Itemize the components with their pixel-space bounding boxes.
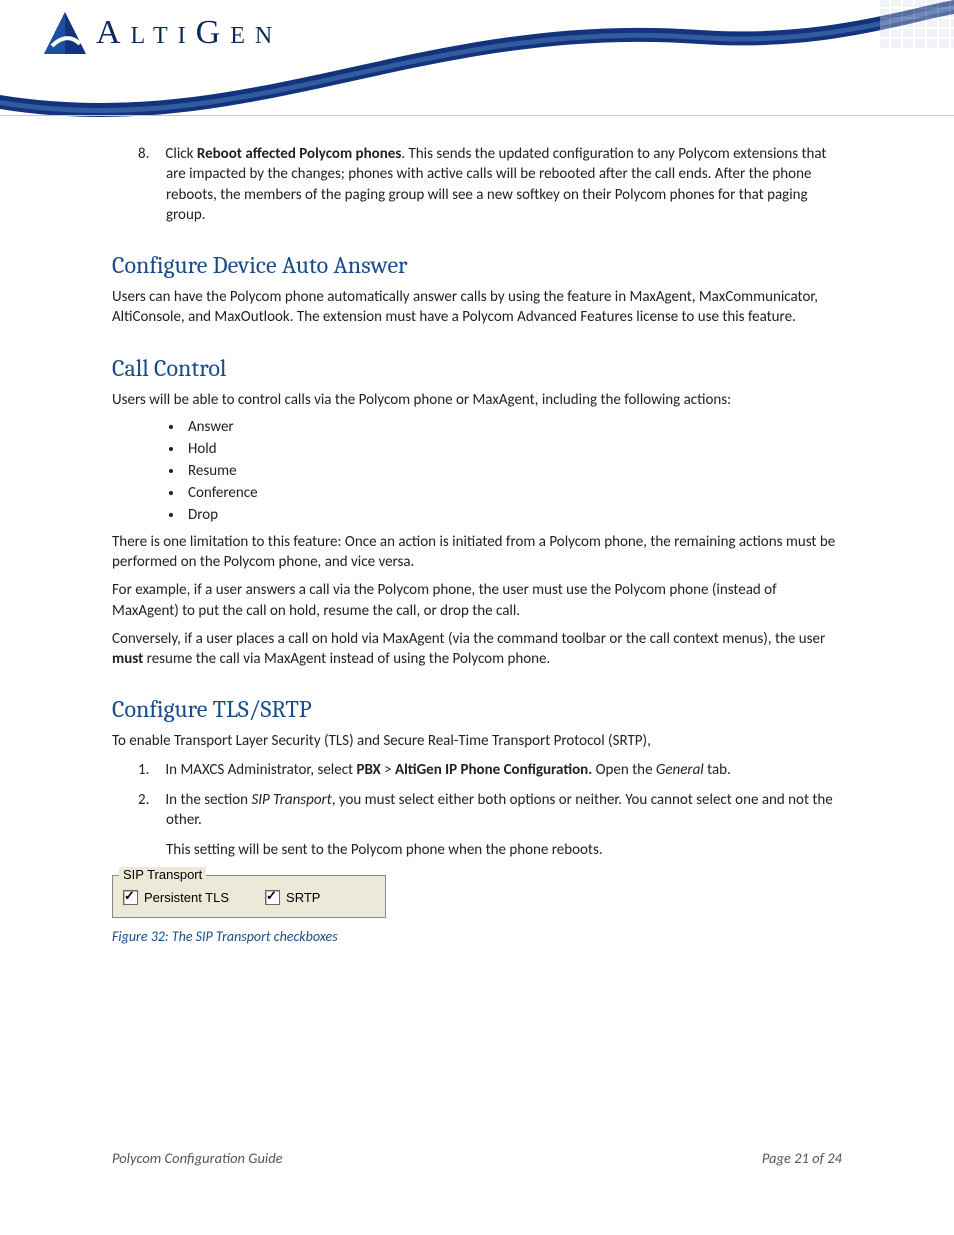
tls-step-2: 2. In the section SIP Transport, you mus… — [166, 790, 842, 831]
step-text: In the section SIP Transport, you must s… — [165, 791, 832, 829]
auto-answer-para: Users can have the Polycom phone automat… — [112, 287, 842, 328]
figure-sip-transport: SIP Transport Persistent TLS SRTP Figure… — [112, 875, 842, 945]
call-control-example2: Conversely, if a user places a call on h… — [112, 629, 842, 670]
checkbox-label: Persistent TLS — [144, 890, 229, 905]
call-control-list: Answer Hold Resume Conference Drop — [112, 418, 842, 524]
list-item: Resume — [184, 462, 842, 480]
step-number: 1. — [138, 760, 162, 780]
checkbox-label: SRTP — [286, 890, 320, 905]
call-control-limit: There is one limitation to this feature:… — [112, 532, 842, 573]
step-text: Click Reboot affected Polycom phones. Th… — [165, 145, 826, 224]
step-text: In MAXCS Administrator, select PBX > Alt… — [165, 761, 730, 779]
heading-tls-srtp: Configure TLS/SRTP — [112, 695, 842, 723]
page-header: AltiGen — [0, 0, 954, 120]
list-item: Conference — [184, 484, 842, 502]
list-item: Drop — [184, 506, 842, 524]
page-content: 8. Click Reboot affected Polycom phones.… — [0, 120, 954, 945]
call-control-example1: For example, if a user answers a call vi… — [112, 580, 842, 621]
logo-text: AltiGen — [96, 14, 282, 52]
tls-intro: To enable Transport Layer Security (TLS)… — [112, 731, 842, 751]
footer-title: Polycom Configuration Guide — [112, 1149, 283, 1167]
checkbox-persistent-tls[interactable]: Persistent TLS — [123, 890, 229, 905]
tls-note: This setting will be sent to the Polycom… — [112, 840, 842, 860]
list-item: Answer — [184, 418, 842, 436]
sip-transport-groupbox: SIP Transport Persistent TLS SRTP — [112, 875, 386, 918]
step-number: 8. — [138, 144, 162, 164]
checkbox-icon — [123, 890, 138, 905]
footer-page: Page 21 of 24 — [762, 1149, 842, 1167]
step-number: 2. — [138, 790, 162, 810]
logo-icon — [42, 10, 88, 56]
call-control-intro: Users will be able to control calls via … — [112, 390, 842, 410]
tls-step-1: 1. In MAXCS Administrator, select PBX > … — [166, 760, 842, 780]
step-8: 8. Click Reboot affected Polycom phones.… — [166, 144, 842, 225]
checkbox-srtp[interactable]: SRTP — [265, 890, 320, 905]
groupbox-legend: SIP Transport — [119, 867, 206, 882]
continued-steps: 8. Click Reboot affected Polycom phones.… — [112, 144, 842, 225]
checkbox-icon — [265, 890, 280, 905]
page-footer: Polycom Configuration Guide Page 21 of 2… — [0, 1149, 954, 1167]
heading-call-control: Call Control — [112, 354, 842, 382]
heading-auto-answer: Configure Device Auto Answer — [112, 251, 842, 279]
brand-logo: AltiGen — [42, 10, 282, 56]
tls-steps: 1. In MAXCS Administrator, select PBX > … — [112, 760, 842, 831]
list-item: Hold — [184, 440, 842, 458]
figure-caption: Figure 32: The SIP Transport checkboxes — [112, 928, 842, 945]
